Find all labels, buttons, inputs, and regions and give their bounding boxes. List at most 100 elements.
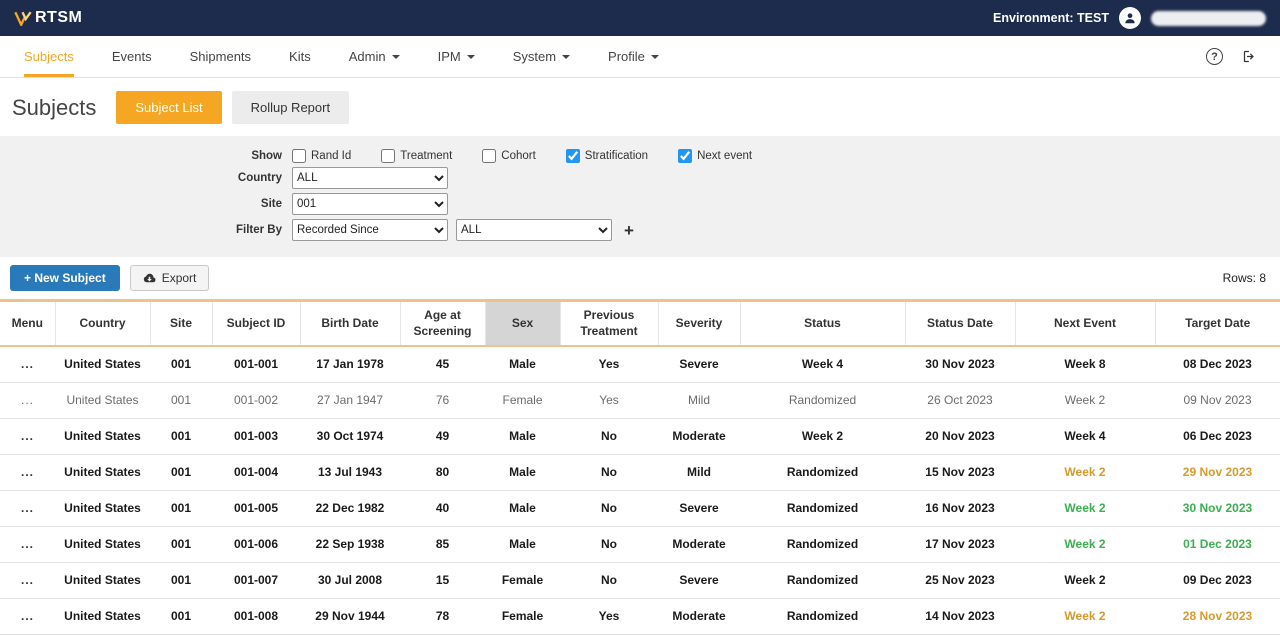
cell-age: 78 <box>400 598 485 634</box>
table-row: ...United States001001-00117 Jan 197845M… <box>0 346 1280 382</box>
cell-sex: Male <box>485 526 560 562</box>
column-header-site[interactable]: Site <box>150 301 212 347</box>
column-header-status[interactable]: Status <box>740 301 905 347</box>
cell-subject-id: 001-001 <box>212 346 300 382</box>
checkbox[interactable] <box>678 149 692 163</box>
site-label: Site <box>0 198 292 210</box>
cell-next-event: Week 2 <box>1015 526 1155 562</box>
cell-age: 40 <box>400 490 485 526</box>
cell-status: Randomized <box>740 598 905 634</box>
cell-birth-date: 29 Nov 1944 <box>300 598 400 634</box>
new-subject-button[interactable]: + New Subject <box>10 265 120 291</box>
cell-prev-treatment: No <box>560 454 658 490</box>
filter-by-select[interactable]: Recorded Since <box>292 219 448 241</box>
nav-item-ipm[interactable]: IPM <box>438 36 475 77</box>
cell-status: Randomized <box>740 382 905 418</box>
show-option-stratification[interactable]: Stratification <box>566 149 648 163</box>
show-option-rand-id[interactable]: Rand Id <box>292 149 351 163</box>
column-header-menu[interactable]: Menu <box>0 301 55 347</box>
cell-menu[interactable]: ... <box>0 526 55 562</box>
help-icon[interactable]: ? <box>1206 48 1223 65</box>
show-option-cohort[interactable]: Cohort <box>482 149 536 163</box>
cell-severity: Moderate <box>658 418 740 454</box>
column-header-subject-id[interactable]: Subject ID <box>212 301 300 347</box>
table-row: ...United States001001-00829 Nov 194478F… <box>0 598 1280 634</box>
nav-item-system[interactable]: System <box>513 36 570 77</box>
nav-item-profile[interactable]: Profile <box>608 36 659 77</box>
cell-country: United States <box>55 346 150 382</box>
cell-target-date: 09 Nov 2023 <box>1155 382 1280 418</box>
tab-subject-list[interactable]: Subject List <box>116 91 221 124</box>
nav-item-events[interactable]: Events <box>112 36 152 77</box>
avatar[interactable] <box>1119 7 1141 29</box>
column-header-next-event[interactable]: Next Event <box>1015 301 1155 347</box>
cell-sex: Male <box>485 490 560 526</box>
show-option-next-event[interactable]: Next event <box>678 149 752 163</box>
subjects-table: MenuCountrySiteSubject IDBirth DateAge a… <box>0 299 1280 635</box>
table-row: ...United States001001-00730 Jul 200815F… <box>0 562 1280 598</box>
tab-rollup-report[interactable]: Rollup Report <box>232 91 350 124</box>
cell-subject-id: 001-004 <box>212 454 300 490</box>
cell-menu[interactable]: ... <box>0 382 55 418</box>
cell-menu[interactable]: ... <box>0 598 55 634</box>
site-select[interactable]: 001 <box>292 193 448 215</box>
show-option-treatment[interactable]: Treatment <box>381 149 452 163</box>
cell-prev-treatment: No <box>560 526 658 562</box>
cell-prev-treatment: Yes <box>560 598 658 634</box>
cell-birth-date: 22 Dec 1982 <box>300 490 400 526</box>
country-label: Country <box>0 172 292 184</box>
column-header-target-date[interactable]: Target Date <box>1155 301 1280 347</box>
column-header-severity[interactable]: Severity <box>658 301 740 347</box>
cell-birth-date: 13 Jul 1943 <box>300 454 400 490</box>
checkbox[interactable] <box>292 149 306 163</box>
country-select[interactable]: ALL <box>292 167 448 189</box>
column-header-age-at-screening[interactable]: Age at Screening <box>400 301 485 347</box>
cell-subject-id: 001-002 <box>212 382 300 418</box>
cell-birth-date: 17 Jan 1978 <box>300 346 400 382</box>
cell-target-date: 06 Dec 2023 <box>1155 418 1280 454</box>
actions-row: + New Subject Export Rows: 8 <box>0 257 1280 299</box>
main-nav: Subjects Events Shipments Kits Admin IPM Syste… <box>0 36 1280 78</box>
cell-severity: Severe <box>658 346 740 382</box>
chevron-down-icon <box>651 55 659 59</box>
column-header-birth-date[interactable]: Birth Date <box>300 301 400 347</box>
nav-item-shipments[interactable]: Shipments <box>190 36 251 77</box>
filter-by-value-select[interactable]: ALL <box>456 219 612 241</box>
cell-menu[interactable]: ... <box>0 562 55 598</box>
chevron-down-icon <box>562 55 570 59</box>
nav-item-kits[interactable]: Kits <box>289 36 311 77</box>
cell-status-date: 20 Nov 2023 <box>905 418 1015 454</box>
checkbox[interactable] <box>566 149 580 163</box>
column-header-country[interactable]: Country <box>55 301 150 347</box>
cell-menu[interactable]: ... <box>0 346 55 382</box>
cell-status-date: 15 Nov 2023 <box>905 454 1015 490</box>
checkbox[interactable] <box>381 149 395 163</box>
username-redacted <box>1151 11 1266 26</box>
table-row: ...United States001001-00522 Dec 198240M… <box>0 490 1280 526</box>
nav-item-subjects[interactable]: Subjects <box>24 36 74 77</box>
column-header-status-date[interactable]: Status Date <box>905 301 1015 347</box>
brand-logo[interactable]: RTSM <box>14 9 82 27</box>
cell-sex: Male <box>485 418 560 454</box>
column-header-previous-treatment[interactable]: Previous Treatment <box>560 301 658 347</box>
cell-menu[interactable]: ... <box>0 418 55 454</box>
cell-prev-treatment: No <box>560 562 658 598</box>
cell-subject-id: 001-008 <box>212 598 300 634</box>
logout-icon[interactable] <box>1241 49 1258 64</box>
nav-item-admin[interactable]: Admin <box>349 36 400 77</box>
cell-target-date: 28 Nov 2023 <box>1155 598 1280 634</box>
cell-sex: Female <box>485 382 560 418</box>
page-title: Subjects <box>12 95 96 121</box>
checkbox[interactable] <box>482 149 496 163</box>
cell-menu[interactable]: ... <box>0 490 55 526</box>
cell-site: 001 <box>150 598 212 634</box>
cell-age: 76 <box>400 382 485 418</box>
export-button[interactable]: Export <box>130 265 210 291</box>
export-label: Export <box>162 271 197 285</box>
cell-severity: Mild <box>658 454 740 490</box>
add-filter-button[interactable]: + <box>624 222 634 239</box>
cell-menu[interactable]: ... <box>0 454 55 490</box>
cell-status-date: 17 Nov 2023 <box>905 526 1015 562</box>
column-header-sex[interactable]: Sex <box>485 301 560 347</box>
cell-site: 001 <box>150 454 212 490</box>
